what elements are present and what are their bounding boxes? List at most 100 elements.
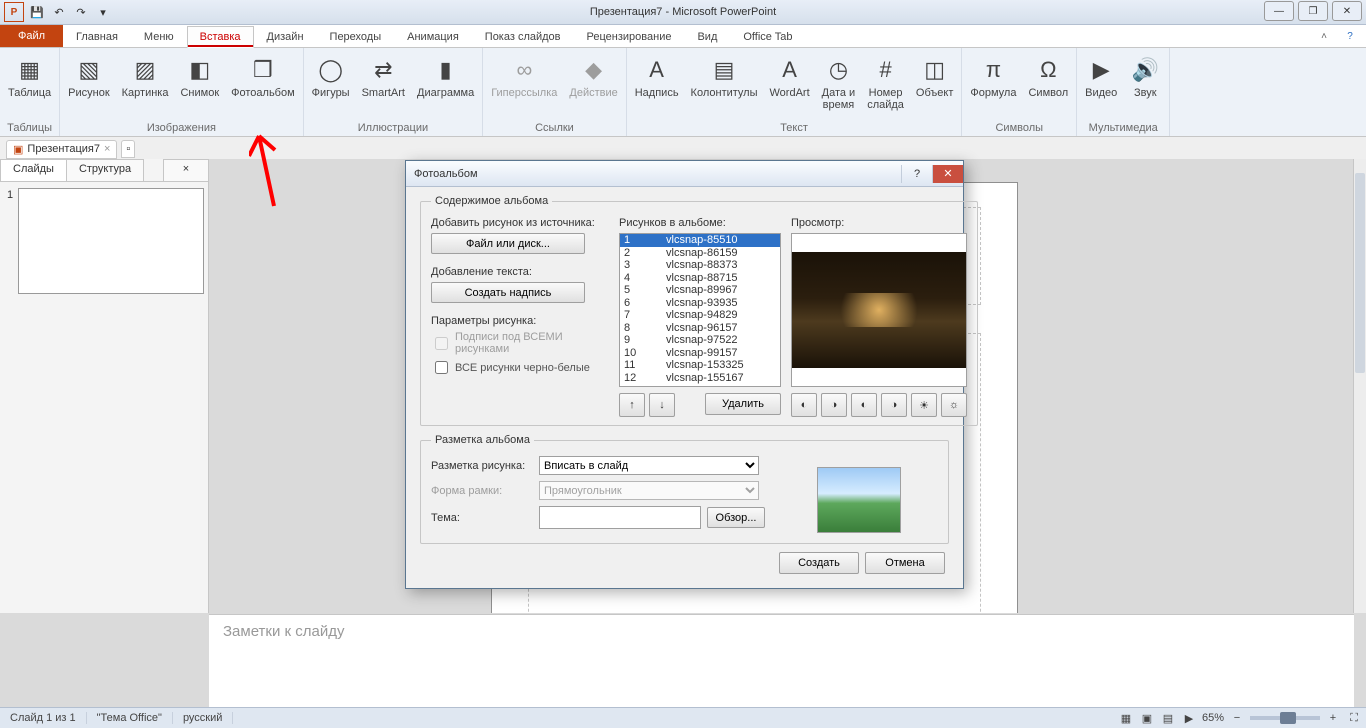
ribbon-group-label: Изображения bbox=[147, 122, 216, 134]
picture-layout-select[interactable]: Вписать в слайд bbox=[539, 456, 759, 475]
tab-Вид[interactable]: Вид bbox=[684, 25, 730, 47]
delete-button[interactable]: Удалить bbox=[705, 393, 781, 415]
close-button[interactable]: ✕ bbox=[1332, 1, 1362, 21]
ribbon-item[interactable]: AWordArt bbox=[768, 52, 812, 102]
ribbon-item[interactable]: ⇄SmartArt bbox=[360, 52, 407, 102]
fit-to-window-icon[interactable]: ⛶ bbox=[1346, 711, 1362, 726]
tab-Рецензирование[interactable]: Рецензирование bbox=[574, 25, 685, 47]
view-slideshow-icon[interactable]: ▶ bbox=[1181, 711, 1197, 726]
list-row[interactable]: 8vlcsnap-96157 bbox=[620, 322, 780, 335]
dialog-close-icon[interactable]: ✕ bbox=[932, 165, 963, 183]
preview-tool-3[interactable]: ◑ bbox=[881, 393, 907, 417]
tab-Переходы[interactable]: Переходы bbox=[317, 25, 395, 47]
panel-close-icon[interactable]: × bbox=[163, 159, 209, 181]
zoom-in-icon[interactable]: + bbox=[1325, 711, 1341, 726]
preview-tool-2[interactable]: ◐ bbox=[851, 393, 877, 417]
file-tab[interactable]: Файл bbox=[0, 25, 63, 47]
ribbon-item[interactable]: #Номер слайда bbox=[865, 52, 906, 113]
tab-Меню[interactable]: Меню bbox=[131, 25, 187, 47]
move-down-button[interactable]: ↓ bbox=[649, 393, 675, 417]
ribbon-item[interactable]: ❒Фотоальбом bbox=[229, 52, 297, 102]
app-icon: P bbox=[4, 2, 24, 22]
doc-close-icon[interactable]: × bbox=[104, 143, 110, 155]
ribbon-group: ▦ТаблицаТаблицы bbox=[0, 48, 60, 136]
list-row[interactable]: 10vlcsnap-99157 bbox=[620, 347, 780, 360]
slide-thumbnail[interactable]: 1 bbox=[18, 188, 204, 294]
tab-Дизайн[interactable]: Дизайн bbox=[254, 25, 317, 47]
ribbon-item[interactable]: ▦Таблица bbox=[6, 52, 53, 102]
ribbon-item[interactable]: 🔊Звук bbox=[1127, 52, 1163, 102]
tab-Office Tab[interactable]: Office Tab bbox=[730, 25, 805, 47]
dialog-title-bar[interactable]: Фотоальбом ? ✕ bbox=[406, 161, 963, 187]
ribbon-item[interactable]: ◷Дата и время bbox=[820, 52, 858, 113]
list-row[interactable]: 1vlcsnap-85510 bbox=[620, 234, 780, 247]
ribbon-item[interactable]: ▧Рисунок bbox=[66, 52, 112, 102]
ribbon-item[interactable]: ◧Снимок bbox=[178, 52, 221, 102]
tab-Показ слайдов[interactable]: Показ слайдов bbox=[472, 25, 574, 47]
cancel-button[interactable]: Отмена bbox=[865, 552, 945, 574]
tab-slides[interactable]: Слайды bbox=[0, 159, 67, 181]
list-row[interactable]: 6vlcsnap-93935 bbox=[620, 297, 780, 310]
preview-tool-1[interactable]: ◑ bbox=[821, 393, 847, 417]
ribbon-item[interactable]: ▤Колонтитулы bbox=[689, 52, 760, 102]
undo-icon[interactable]: ↶ bbox=[50, 3, 68, 21]
list-row[interactable]: 9vlcsnap-97522 bbox=[620, 334, 780, 347]
tab-outline[interactable]: Структура bbox=[66, 159, 144, 181]
tab-Главная[interactable]: Главная bbox=[63, 25, 131, 47]
create-button[interactable]: Создать bbox=[779, 552, 859, 574]
move-up-button[interactable]: ↑ bbox=[619, 393, 645, 417]
ribbon-item[interactable]: AНадпись bbox=[633, 52, 681, 102]
dialog-help-icon[interactable]: ? bbox=[901, 165, 932, 183]
view-normal-icon[interactable]: ▦ bbox=[1118, 711, 1134, 726]
captions-checkbox bbox=[435, 337, 448, 350]
preview-tool-4[interactable]: ☀ bbox=[911, 393, 937, 417]
ribbon-item[interactable]: ◫Объект bbox=[914, 52, 955, 102]
list-row[interactable]: 11vlcsnap-153325 bbox=[620, 359, 780, 372]
list-row[interactable]: 2vlcsnap-86159 bbox=[620, 247, 780, 260]
ribbon-icon: π bbox=[977, 54, 1009, 86]
maximize-button[interactable]: ❐ bbox=[1298, 1, 1328, 21]
browse-button[interactable]: Обзор... bbox=[707, 507, 765, 528]
save-icon[interactable]: 💾 bbox=[28, 3, 46, 21]
list-row[interactable]: 12vlcsnap-155167 bbox=[620, 372, 780, 385]
photo-album-dialog[interactable]: Фотоальбом ? ✕ Содержимое альбома Добави… bbox=[405, 160, 964, 589]
bw-checkbox[interactable] bbox=[435, 361, 448, 374]
notes-pane[interactable]: Заметки к слайду bbox=[209, 614, 1354, 708]
ribbon-item: ◆Действие bbox=[567, 52, 619, 102]
ribbon-item[interactable]: ΩСимвол bbox=[1026, 52, 1070, 102]
ribbon-item-label: Дата и время bbox=[822, 88, 856, 111]
vertical-scrollbar[interactable] bbox=[1353, 159, 1366, 613]
theme-input[interactable] bbox=[539, 506, 701, 529]
qat-more-icon[interactable]: ▾ bbox=[94, 3, 112, 21]
list-row[interactable]: 7vlcsnap-94829 bbox=[620, 309, 780, 322]
add-image-label: Добавить рисунок из источника: bbox=[431, 217, 609, 229]
minimize-button[interactable]: — bbox=[1264, 1, 1294, 21]
zoom-slider[interactable] bbox=[1250, 716, 1320, 720]
tab-Вставка[interactable]: Вставка bbox=[187, 26, 254, 48]
preview-label: Просмотр: bbox=[791, 217, 967, 229]
list-row[interactable]: 5vlcsnap-89967 bbox=[620, 284, 780, 297]
tab-Анимация[interactable]: Анимация bbox=[394, 25, 472, 47]
list-row[interactable]: 3vlcsnap-88373 bbox=[620, 259, 780, 272]
preview-tool-5[interactable]: ☼ bbox=[941, 393, 967, 417]
ribbon-item[interactable]: ▮Диаграмма bbox=[415, 52, 476, 102]
create-textbox-button[interactable]: Создать надпись bbox=[431, 282, 585, 303]
preview-tool-0[interactable]: ◐ bbox=[791, 393, 817, 417]
image-listbox[interactable]: 1vlcsnap-855102vlcsnap-861593vlcsnap-883… bbox=[619, 233, 781, 387]
list-row[interactable]: 4vlcsnap-88715 bbox=[620, 272, 780, 285]
ribbon-item[interactable]: ▨Картинка bbox=[120, 52, 171, 102]
ribbon-icon: 🔊 bbox=[1129, 54, 1161, 86]
file-or-disk-button[interactable]: Файл или диск... bbox=[431, 233, 585, 254]
zoom-out-icon[interactable]: − bbox=[1229, 711, 1245, 726]
ribbon-item[interactable]: ◯Фигуры bbox=[310, 52, 352, 102]
help-icon[interactable]: ? bbox=[1340, 29, 1360, 43]
ribbon-item[interactable]: πФормула bbox=[968, 52, 1018, 102]
new-tab-button[interactable]: ▫ bbox=[121, 140, 135, 158]
ribbon-minimize-icon[interactable]: ˄ bbox=[1314, 29, 1334, 43]
ribbon-item-label: Снимок bbox=[180, 88, 219, 100]
view-sorter-icon[interactable]: ▣ bbox=[1139, 711, 1155, 726]
redo-icon[interactable]: ↷ bbox=[72, 3, 90, 21]
ribbon-item[interactable]: ▶Видео bbox=[1083, 52, 1119, 102]
view-reading-icon[interactable]: ▤ bbox=[1160, 711, 1176, 726]
document-tab[interactable]: ▣ Презентация7 × bbox=[6, 140, 117, 159]
